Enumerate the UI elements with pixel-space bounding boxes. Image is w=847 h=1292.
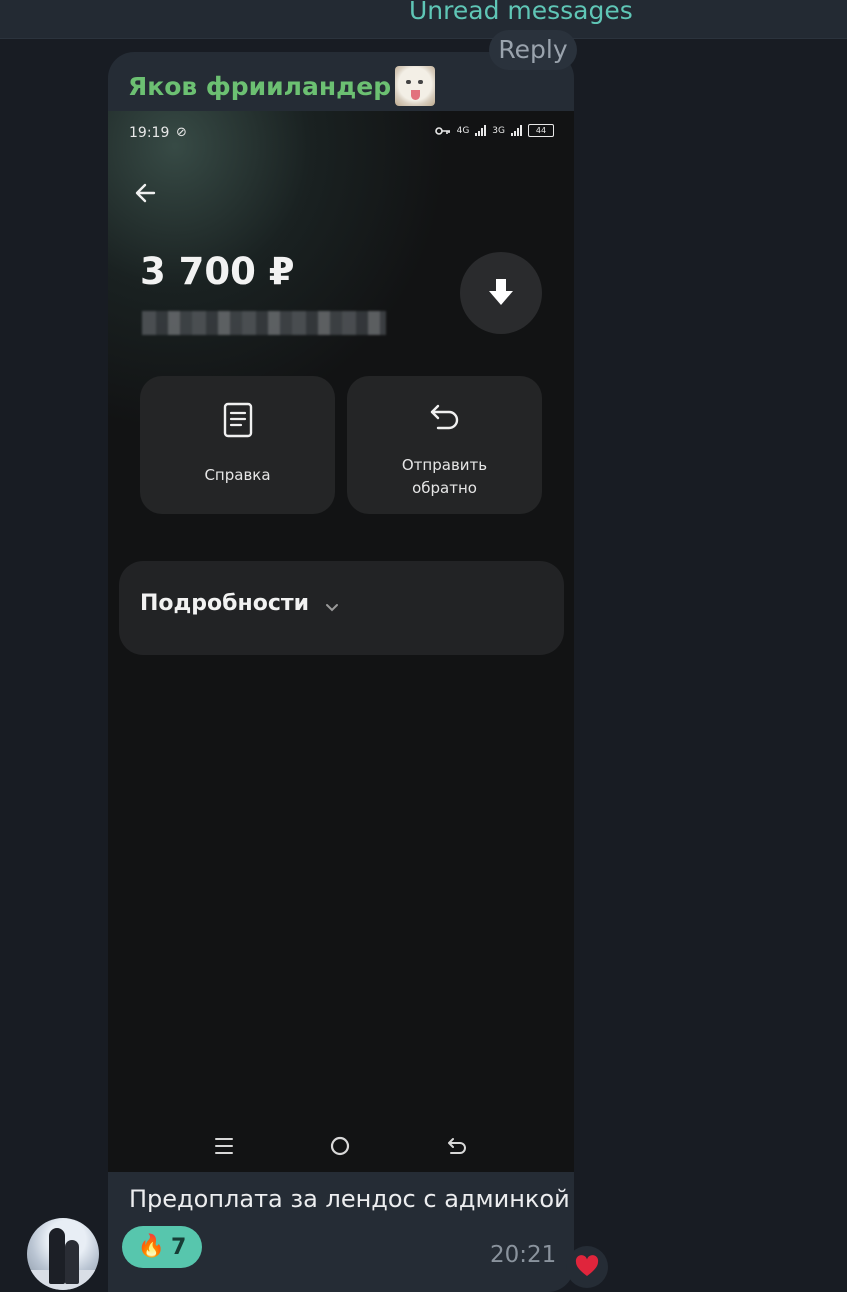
fire-reaction-button[interactable]: 🔥 7 xyxy=(122,1226,202,1268)
battery-icon: 44 xyxy=(528,124,554,137)
fire-emoji: 🔥 xyxy=(137,1234,166,1259)
sender-header[interactable]: Яков фрииландер xyxy=(128,64,436,108)
back-icon[interactable] xyxy=(442,1131,472,1161)
user-avatar[interactable] xyxy=(27,1218,99,1290)
cat-face-icon xyxy=(395,66,436,106)
reaction-count: 7 xyxy=(171,1234,187,1260)
masked-recipient xyxy=(142,311,386,335)
send-back-text: Отправить обратно xyxy=(401,456,488,497)
receipt-label: Справка xyxy=(204,466,271,484)
own-reaction-badge[interactable] xyxy=(566,1246,608,1288)
signal-icon-2 xyxy=(511,125,522,136)
send-back-button[interactable]: Отправить обратно xyxy=(347,376,542,514)
receipt-button[interactable]: Справка xyxy=(140,376,335,514)
details-dropdown[interactable]: Подробности xyxy=(119,561,564,655)
download-button[interactable] xyxy=(460,252,542,334)
menu-icon[interactable] xyxy=(209,1131,239,1161)
unread-messages-bar: Unread messages xyxy=(0,0,847,39)
attached-screenshot[interactable]: 19:19 ⊘ 4G 3G 44 3 700 ₽ Справка Отправи… xyxy=(108,111,574,1172)
reply-button[interactable]: Reply xyxy=(489,30,577,70)
return-arrow-icon xyxy=(430,404,458,430)
android-nav-bar xyxy=(108,1131,574,1161)
chevron-down-icon xyxy=(326,604,338,612)
message-time: 20:21 xyxy=(490,1242,557,1268)
unread-messages-label: Unread messages xyxy=(409,0,633,25)
network-label-2: 3G xyxy=(492,125,505,136)
send-back-label: Отправить обратно xyxy=(347,454,542,500)
payment-amount: 3 700 ₽ xyxy=(140,250,295,293)
status-check-icon: ⊘ xyxy=(176,125,187,140)
download-icon xyxy=(489,279,513,305)
signal-icon-1 xyxy=(475,125,487,136)
network-label-1: 4G xyxy=(456,125,470,136)
sender-name[interactable]: Яков фрииландер xyxy=(128,72,391,101)
back-arrow-icon[interactable] xyxy=(132,179,160,207)
heart-icon xyxy=(575,1255,599,1276)
home-circle-icon[interactable] xyxy=(325,1131,355,1161)
status-time: 19:19 xyxy=(129,125,170,141)
message-caption: Предоплата за лендос с админкой xyxy=(129,1185,570,1213)
vpn-key-icon xyxy=(434,126,450,135)
document-icon xyxy=(223,402,252,438)
details-label: Подробности xyxy=(140,591,310,616)
status-bar-right: 4G 3G 44 xyxy=(434,124,554,137)
